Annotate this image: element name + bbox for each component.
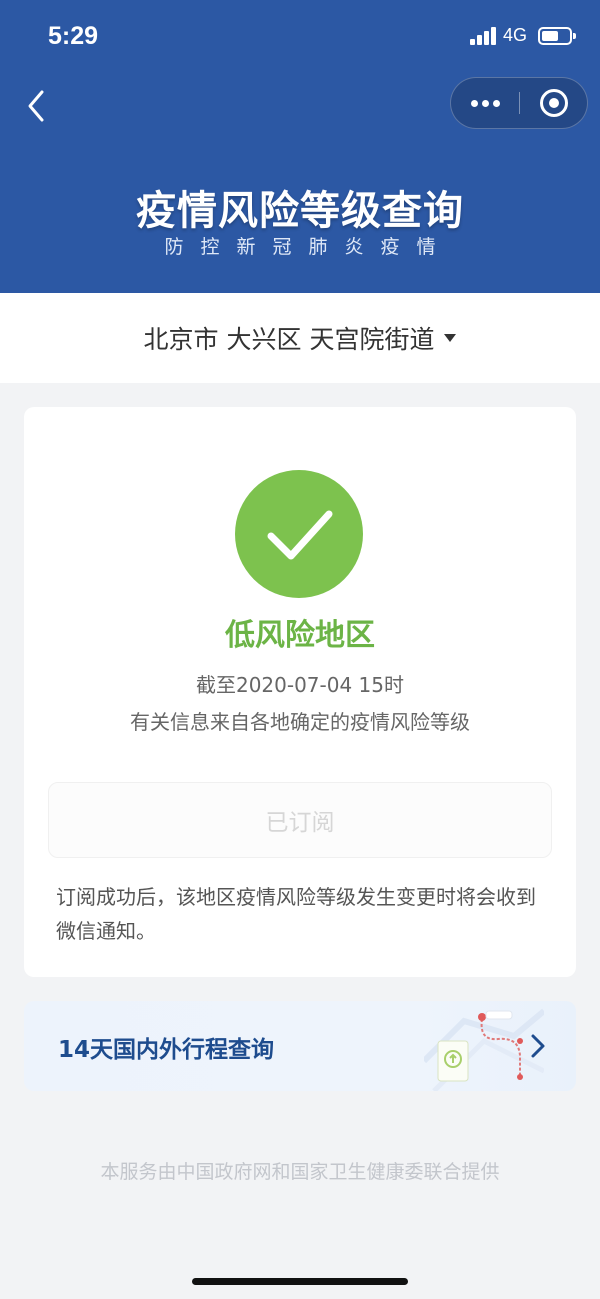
location-bar: 北京市 大兴区 天宫院街道: [0, 293, 600, 383]
close-miniprogram-button[interactable]: [520, 78, 588, 128]
subscribe-button[interactable]: 已订阅: [48, 782, 552, 858]
risk-result-card: 低风险地区 截至2020-07-04 15时 有关信息来自各地确定的疫情风险等级…: [24, 407, 576, 977]
back-button[interactable]: [20, 88, 56, 124]
status-bar: 5:29 4G: [0, 0, 600, 72]
chevron-right-icon: [531, 1034, 545, 1058]
location-selector[interactable]: 北京市 大兴区 天宫院街道: [0, 293, 600, 383]
subscribe-note: 订阅成功后，该地区疫情风险等级发生变更时将会收到微信通知。: [56, 885, 536, 943]
page-subtitle: 防控新冠肺炎疫情: [164, 236, 453, 258]
more-dots-icon: [471, 100, 478, 107]
risk-level: 低风险地区: [225, 618, 375, 653]
status-time: 5:29: [48, 22, 99, 50]
check-icon: [267, 510, 333, 560]
travel-history-label: 14天国内外行程查询: [58, 1037, 275, 1063]
battery-icon: [538, 27, 576, 45]
page-title: 疫情风险等级查询: [136, 188, 464, 234]
travel-history-link[interactable]: 14天国内外行程查询: [24, 1001, 576, 1091]
miniprogram-capsule: [450, 77, 588, 129]
chevron-left-icon: [28, 90, 44, 122]
footer-credit: 本服务由中国政府网和国家卫生健康委联合提供: [100, 1161, 500, 1183]
home-indicator[interactable]: [192, 1278, 408, 1285]
source-note: 有关信息来自各地确定的疫情风险等级: [130, 710, 470, 734]
more-button[interactable]: [451, 78, 519, 128]
network-type: 4G: [503, 25, 528, 45]
location-text: 北京市 大兴区 天宫院街道: [143, 325, 435, 354]
header: 5:29 4G 疫情风险等级查询 防控新冠肺炎疫情: [0, 0, 600, 293]
status-badge: [235, 470, 363, 598]
signal-icon: [470, 27, 498, 45]
caret-down-icon: [444, 334, 457, 342]
as-of-timestamp: 截至2020-07-04 15时: [195, 673, 405, 697]
